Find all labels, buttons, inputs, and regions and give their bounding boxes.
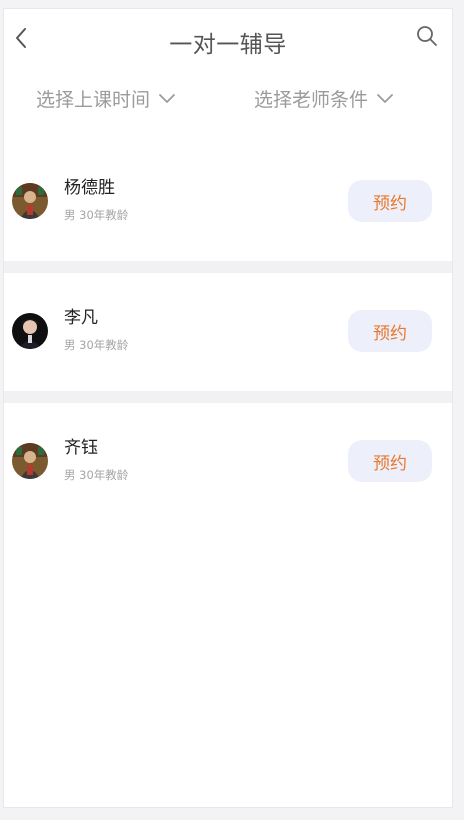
teacher-meta: 男 30年教龄	[64, 338, 129, 352]
chevron-down-icon	[159, 93, 175, 103]
avatar	[12, 183, 48, 219]
teacher-row: 齐钰 男 30年教龄 预约	[4, 403, 452, 521]
avatar	[12, 313, 48, 349]
chevron-down-icon	[377, 93, 393, 103]
page-title: 一对一辅导	[169, 32, 287, 58]
teacher-info: 杨德胜 男 30年教龄	[64, 177, 128, 222]
teacher-list: 杨德胜 男 30年教龄 预约 李凡 男 30年教龄 预约 齐钰 男 30年教龄 …	[4, 143, 452, 521]
book-button[interactable]: 预约	[348, 440, 432, 482]
book-button[interactable]: 预约	[348, 310, 432, 352]
teacher-name: 齐钰	[64, 438, 98, 458]
teacher-row: 李凡 男 30年教龄 预约	[4, 273, 452, 403]
search-button[interactable]	[416, 25, 438, 47]
search-icon	[417, 26, 437, 46]
book-button[interactable]: 预约	[348, 180, 432, 222]
app-page: 一对一辅导 选择上课时间 选择老师条件 杨德胜 男 30年教龄 预约 李凡 男 …	[3, 8, 453, 808]
teacher-name: 杨德胜	[64, 178, 115, 198]
filter-bar: 选择上课时间 选择老师条件	[4, 85, 452, 121]
teacher-info: 齐钰 男 30年教龄	[64, 437, 128, 482]
teacher-meta: 男 30年教龄	[64, 208, 129, 222]
header-bar: 一对一辅导	[4, 9, 452, 69]
teacher-row: 杨德胜 男 30年教龄 预约	[4, 143, 452, 273]
teacher-info: 李凡 男 30年教龄	[64, 307, 128, 352]
filter-class-time[interactable]: 选择上课时间	[36, 85, 176, 112]
filter-teacher-criteria[interactable]: 选择老师条件	[254, 85, 394, 112]
avatar	[12, 443, 48, 479]
filter-label: 选择老师条件	[254, 89, 369, 111]
filter-label: 选择上课时间	[36, 89, 151, 111]
teacher-meta: 男 30年教龄	[64, 468, 129, 482]
teacher-name: 李凡	[64, 308, 98, 328]
